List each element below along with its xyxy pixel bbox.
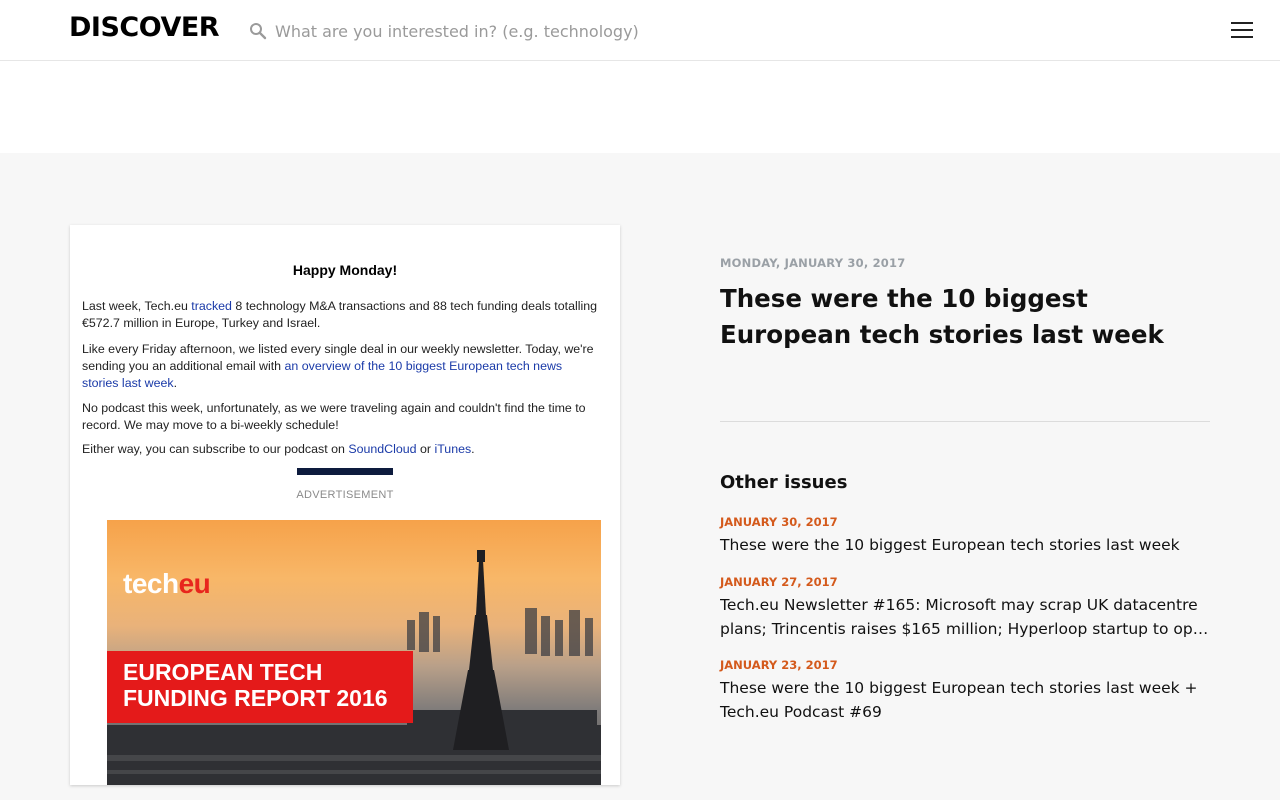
section-divider [720,421,1210,422]
newsletter-paragraph-4: Either way, you can subscribe to our pod… [82,442,475,456]
search-icon [250,23,267,40]
issue-link[interactable]: These were the 10 biggest European tech … [720,533,1215,557]
hamburger-menu-icon[interactable] [1230,20,1254,40]
article-date: MONDAY, JANUARY 30, 2017 [720,256,906,270]
advertisement-label: ADVERTISEMENT [296,489,394,501]
newsletter-paragraph-3: No podcast this week, unfortunately, as … [82,401,586,432]
issue-date: JANUARY 27, 2017 [720,575,838,589]
issue-date: JANUARY 23, 2017 [720,658,838,672]
advertisement-divider-bar [297,468,393,475]
newsletter-paragraph-2: Like every Friday afternoon, we listed e… [82,342,594,390]
tracked-link[interactable]: tracked [191,299,232,313]
other-issues-heading: Other issues [720,472,848,493]
issue-date: JANUARY 30, 2017 [720,515,838,529]
itunes-link[interactable]: iTunes [434,442,471,456]
issue-link[interactable]: These were the 10 biggest European tech … [720,676,1215,724]
newsletter-preview-card[interactable]: Happy Monday! Last week, Tech.eu tracked… [70,225,620,785]
search-input[interactable] [275,18,755,44]
issue-link[interactable]: Tech.eu Newsletter #165: Microsoft may s… [720,593,1215,641]
funding-report-banner[interactable]: techeu EUROPEAN TECH FUNDING REPORT 2016 [107,520,601,785]
top-navigation-bar: DISCOVER [0,0,1280,61]
newsletter-paragraph-1: Last week, Tech.eu tracked 8 technology … [82,299,598,330]
article-title: These were the 10 biggest European tech … [720,284,1164,349]
banner-title: EUROPEAN TECH FUNDING REPORT 2016 [123,659,388,711]
soundcloud-link[interactable]: SoundCloud [348,442,416,456]
site-logo[interactable]: DISCOVER [69,12,220,43]
search-bar[interactable] [249,18,769,44]
techeu-logo: techeu [123,568,211,599]
newsletter-greeting: Happy Monday! [292,262,398,278]
